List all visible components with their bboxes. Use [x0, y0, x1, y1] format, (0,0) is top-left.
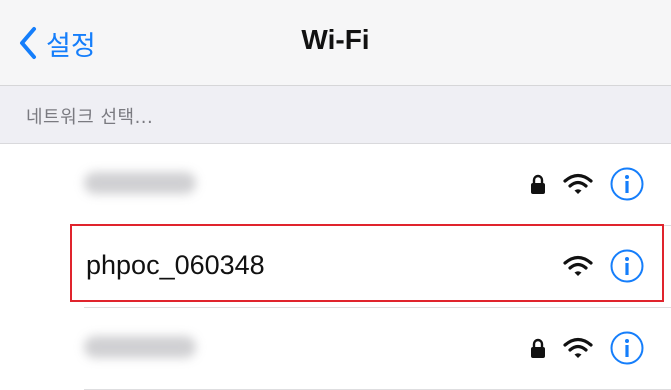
section-header-label: 네트워크 선택...: [26, 107, 154, 128]
network-row[interactable]: [0, 308, 671, 390]
network-list: phpoc_060348: [0, 144, 671, 390]
info-icon[interactable]: [610, 167, 644, 201]
lock-icon: [531, 338, 545, 358]
wifi-icon: [563, 337, 593, 358]
lock-icon: [531, 174, 545, 194]
network-row[interactable]: [0, 144, 671, 226]
wifi-icon: [563, 173, 593, 194]
network-name-redacted: [84, 336, 196, 358]
wifi-icon: [563, 255, 593, 276]
navigation-bar: 설정 Wi-Fi: [0, 0, 671, 86]
section-header: 네트워크 선택...: [0, 86, 671, 144]
page-title: Wi-Fi: [301, 24, 370, 55]
network-name-redacted: [84, 172, 196, 194]
info-icon[interactable]: [610, 249, 644, 283]
info-icon[interactable]: [610, 331, 644, 365]
network-row-selected[interactable]: phpoc_060348: [0, 226, 671, 308]
network-name: phpoc_060348: [86, 250, 265, 280]
